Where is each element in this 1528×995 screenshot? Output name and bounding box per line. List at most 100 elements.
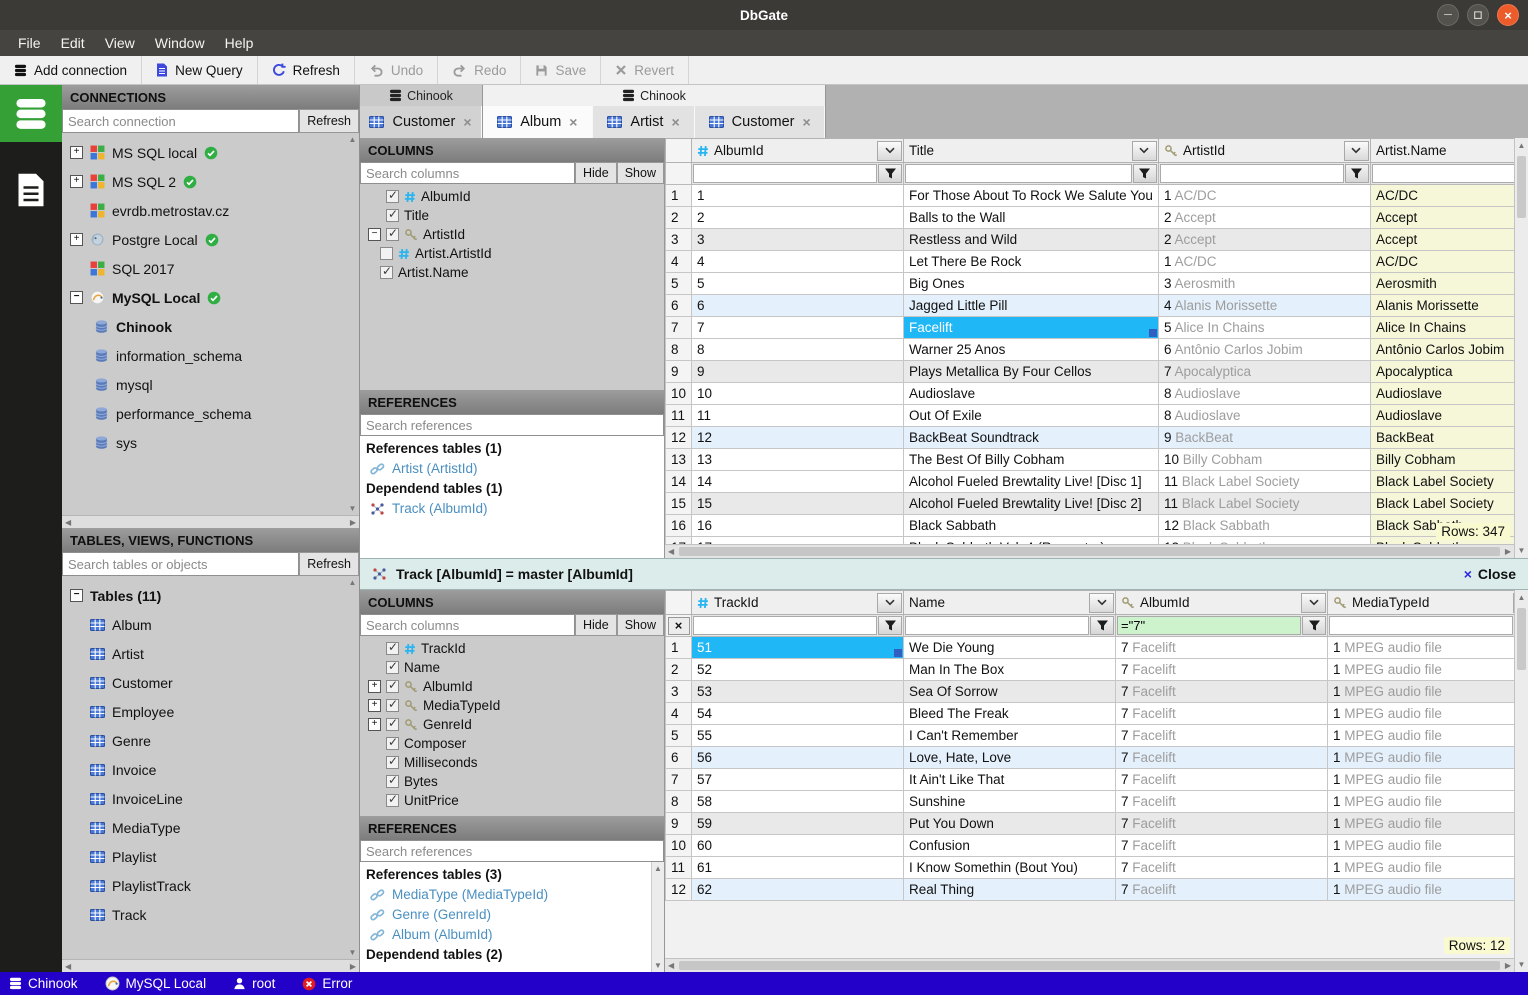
grid-cell[interactable]: 4 [691, 250, 905, 273]
menu-window[interactable]: Window [145, 32, 215, 54]
connection-item-evrdb-metrostav-cz[interactable]: evrdb.metrostav.cz [62, 196, 359, 225]
column-header-name[interactable]: Name [903, 590, 1117, 615]
grid-cell[interactable]: Alcohol Fueled Brewtality Live! [Disc 1] [903, 470, 1159, 493]
table-item-playlist[interactable]: Playlist [62, 842, 359, 871]
statusbar-error[interactable]: Error [302, 976, 352, 991]
column-item-albumid[interactable]: + AlbumId [360, 677, 664, 696]
column-checkbox[interactable] [386, 754, 399, 769]
grid-cell[interactable]: Out Of Exile [903, 404, 1159, 427]
row-number-cell[interactable]: 7 [665, 316, 693, 339]
grid-cell[interactable]: Balls to the Wall [903, 206, 1159, 229]
grid-hscrollbar[interactable]: ◀ ▶ [665, 958, 1514, 972]
clear-filters-button[interactable]: × [667, 616, 690, 635]
column-menu-button[interactable] [1343, 140, 1369, 161]
column-header-mediatypeid[interactable]: MediaTypeId [1327, 590, 1514, 615]
grid-cell[interactable]: 62 [691, 878, 905, 901]
search-references-input[interactable] [360, 840, 664, 862]
tab-close-icon[interactable]: × [569, 114, 577, 130]
row-number-cell[interactable]: 9 [665, 360, 693, 383]
row-number-cell[interactable]: 8 [665, 790, 693, 813]
row-number-cell[interactable]: 9 [665, 812, 693, 835]
grid-cell[interactable]: I Can't Remember [903, 724, 1117, 747]
grid-cell[interactable]: 7 Apocalyptica [1157, 360, 1371, 383]
row-number-cell[interactable]: 16 [665, 514, 693, 537]
column-checkbox[interactable] [386, 226, 399, 241]
expander-icon[interactable]: + [368, 718, 381, 731]
filter-menu-button[interactable] [1132, 164, 1157, 183]
column-checkbox[interactable] [386, 207, 399, 222]
grid-cell[interactable]: We Die Young [903, 636, 1117, 659]
grid-cell[interactable]: 7 Facelift [1115, 658, 1329, 681]
grid-vscrollbar[interactable]: ▲ ▼ [1514, 590, 1528, 972]
grid-cell[interactable]: 54 [691, 702, 905, 725]
detail-close-button[interactable]: × Close [1464, 566, 1516, 582]
connection-item-information-schema[interactable]: information_schema [62, 341, 359, 370]
row-number-cell[interactable]: 2 [665, 658, 693, 681]
row-number-cell[interactable]: 11 [665, 404, 693, 427]
vscroll-thumb[interactable] [1517, 156, 1526, 218]
filter-input-mediatypeid[interactable] [1329, 616, 1514, 635]
column-item-milliseconds[interactable]: Milliseconds [360, 753, 664, 772]
grid-cell[interactable]: 56 [691, 746, 905, 769]
grid-cell[interactable]: 12 Black Sabbath [1157, 536, 1371, 544]
grid-cell[interactable]: 7 Facelift [1115, 724, 1329, 747]
row-number-cell[interactable]: 1 [665, 636, 693, 659]
row-number-cell[interactable]: 4 [665, 250, 693, 273]
grid-cell[interactable]: 3 [691, 228, 905, 251]
row-number-cell[interactable]: 15 [665, 492, 693, 515]
grid-cell[interactable]: 60 [691, 834, 905, 857]
show-button[interactable]: Show [616, 162, 664, 184]
grid-cell[interactable]: Big Ones [903, 272, 1159, 295]
grid-vscrollbar[interactable]: ▲ ▼ [1514, 138, 1528, 558]
filter-input-trackid[interactable] [693, 616, 878, 635]
column-item-artist-name[interactable]: Artist.Name [360, 263, 664, 282]
grid-cell[interactable]: Black Sabbath Vol. 4 (Remaster) [903, 536, 1159, 544]
grid-cell[interactable]: 8 [691, 338, 905, 361]
grid-cell[interactable]: BackBeat Soundtrack [903, 426, 1159, 449]
grid-cell[interactable]: 17 [691, 536, 905, 544]
grid-cell[interactable]: 1 MPEG audio file [1327, 702, 1514, 725]
grid-cell[interactable]: Sea Of Sorrow [903, 680, 1117, 703]
grid-cell[interactable]: 1 AC/DC [1157, 184, 1371, 207]
add-connection-button[interactable]: Add connection [0, 56, 143, 84]
grid-cell[interactable]: 16 [691, 514, 905, 537]
search-connection-input[interactable] [62, 109, 300, 133]
search-columns-input[interactable] [360, 614, 575, 636]
filter-input-name[interactable] [905, 616, 1090, 635]
column-checkbox[interactable] [386, 659, 399, 674]
grid-cell[interactable]: Accept [1369, 206, 1514, 229]
expander-icon[interactable]: − [368, 228, 381, 241]
grid-cell[interactable]: 7 Facelift [1115, 636, 1329, 659]
grid-cell[interactable]: 6 Antônio Carlos Jobim [1157, 338, 1371, 361]
column-item-name[interactable]: Name [360, 658, 664, 677]
column-header-albumid[interactable]: AlbumId [691, 138, 905, 163]
hscroll-thumb[interactable] [679, 961, 1500, 970]
grid-cell[interactable]: 7 Facelift [1115, 702, 1329, 725]
grid-cell[interactable]: 1 MPEG audio file [1327, 746, 1514, 769]
row-number-cell[interactable]: 11 [665, 856, 693, 879]
grid-cell[interactable]: Alanis Morissette [1369, 294, 1514, 317]
row-number-cell[interactable]: 12 [665, 426, 693, 449]
grid-cell[interactable]: 10 Billy Cobham [1157, 448, 1371, 471]
grid-cell[interactable]: 11 Black Label Society [1157, 492, 1371, 515]
row-number-cell[interactable]: 12 [665, 878, 693, 901]
grid-cell[interactable]: It Ain't Like That [903, 768, 1117, 791]
column-item-composer[interactable]: Composer [360, 734, 664, 753]
column-item-genreid[interactable]: + GenreId [360, 715, 664, 734]
table-item-artist[interactable]: Artist [62, 639, 359, 668]
grid-cell[interactable]: 10 [691, 382, 905, 405]
column-checkbox[interactable] [380, 264, 393, 279]
table-item-mediatype[interactable]: MediaType [62, 813, 359, 842]
connection-item-ms-sql-local[interactable]: + MS SQL local [62, 138, 359, 167]
grid-cell[interactable]: 13 [691, 448, 905, 471]
table-item-genre[interactable]: Genre [62, 726, 359, 755]
reference-link-genre-genreid[interactable]: Genre (GenreId) [366, 905, 664, 925]
grid-cell[interactable]: Confusion [903, 834, 1117, 857]
hscroll-thumb[interactable] [679, 547, 1500, 556]
row-number-cell[interactable]: 6 [665, 746, 693, 769]
grid-cell[interactable]: 2 [691, 206, 905, 229]
row-number-cell[interactable]: 17 [665, 536, 693, 544]
column-checkbox[interactable] [386, 188, 399, 203]
grid-cell[interactable]: AC/DC [1369, 184, 1514, 207]
search-references-input[interactable] [360, 414, 664, 436]
